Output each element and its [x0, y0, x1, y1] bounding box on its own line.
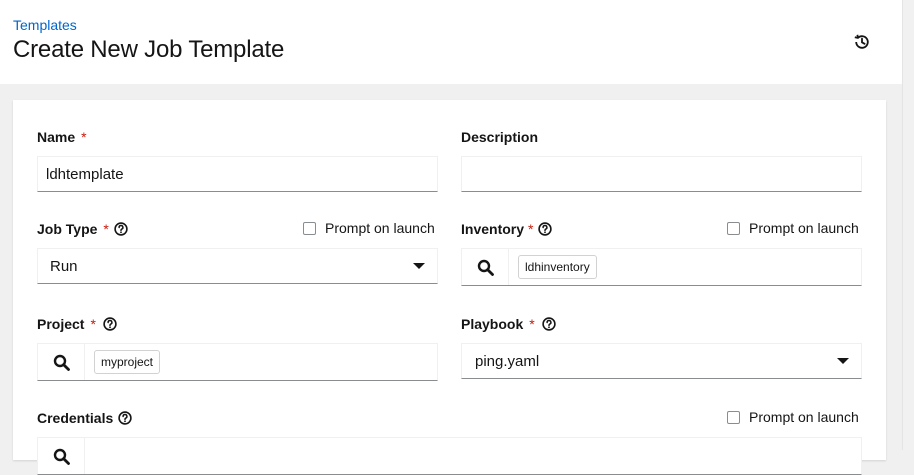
history-icon [853, 33, 871, 51]
required-indicator: * [529, 316, 535, 332]
help-icon[interactable] [103, 317, 117, 331]
project-label: Project * [37, 316, 117, 332]
inventory-search-button[interactable] [462, 249, 509, 285]
project-search-button[interactable] [38, 344, 85, 380]
credentials-lookup[interactable] [37, 437, 862, 475]
prompt-on-launch-checkbox[interactable] [727, 221, 740, 235]
page-header: Templates Create New Job Template [0, 0, 902, 84]
inventory-label: Inventory * [461, 221, 553, 237]
breadcrumb-templates[interactable]: Templates [13, 17, 77, 33]
required-indicator: * [528, 221, 534, 237]
required-indicator: * [103, 221, 109, 237]
job-template-form: Name * ldhtemplate Description Job Type … [13, 100, 886, 475]
page-title: Create New Job Template [13, 36, 285, 63]
caret-down-icon [837, 358, 849, 364]
search-icon [53, 448, 70, 465]
project-chip[interactable]: myproject [94, 350, 161, 374]
name-label: Name * [37, 129, 87, 145]
required-indicator: * [90, 316, 96, 332]
playbook-select[interactable]: ping.yaml [461, 343, 862, 379]
project-lookup[interactable]: myproject [37, 343, 438, 381]
description-input[interactable] [461, 156, 862, 192]
playbook-value: ping.yaml [475, 352, 540, 370]
credentials-prompt-on-launch[interactable]: Prompt on launch [727, 409, 859, 425]
help-icon[interactable] [542, 317, 556, 331]
search-icon [477, 259, 494, 276]
page-scrollbar[interactable] [902, 0, 914, 450]
credentials-label: Credentials [37, 410, 132, 426]
name-input-value: ldhtemplate [46, 165, 124, 183]
job-type-label: Job Type * [37, 221, 128, 237]
credentials-lookup-field[interactable] [85, 438, 861, 474]
inventory-chip[interactable]: ldhinventory [518, 255, 597, 279]
inventory-lookup[interactable]: ldhinventory [461, 248, 862, 286]
prompt-on-launch-checkbox[interactable] [303, 221, 316, 235]
caret-down-icon [413, 263, 425, 269]
required-indicator: * [81, 129, 87, 145]
project-lookup-field[interactable]: myproject [85, 344, 437, 380]
credentials-search-button[interactable] [38, 438, 85, 474]
name-input[interactable]: ldhtemplate [37, 156, 438, 192]
inventory-lookup-field[interactable]: ldhinventory [509, 249, 861, 285]
inventory-prompt-on-launch[interactable]: Prompt on launch [727, 220, 859, 236]
job-type-value: Run [50, 257, 78, 275]
job-type-select[interactable]: Run [37, 248, 438, 284]
playbook-label: Playbook * [461, 316, 556, 332]
help-icon[interactable] [538, 222, 553, 236]
description-label: Description [461, 129, 539, 145]
help-icon[interactable] [118, 411, 132, 425]
search-icon [53, 354, 70, 371]
history-button[interactable] [848, 30, 876, 54]
job-type-prompt-on-launch[interactable]: Prompt on launch [303, 220, 435, 236]
prompt-on-launch-checkbox[interactable] [727, 410, 740, 424]
help-icon[interactable] [114, 222, 128, 236]
